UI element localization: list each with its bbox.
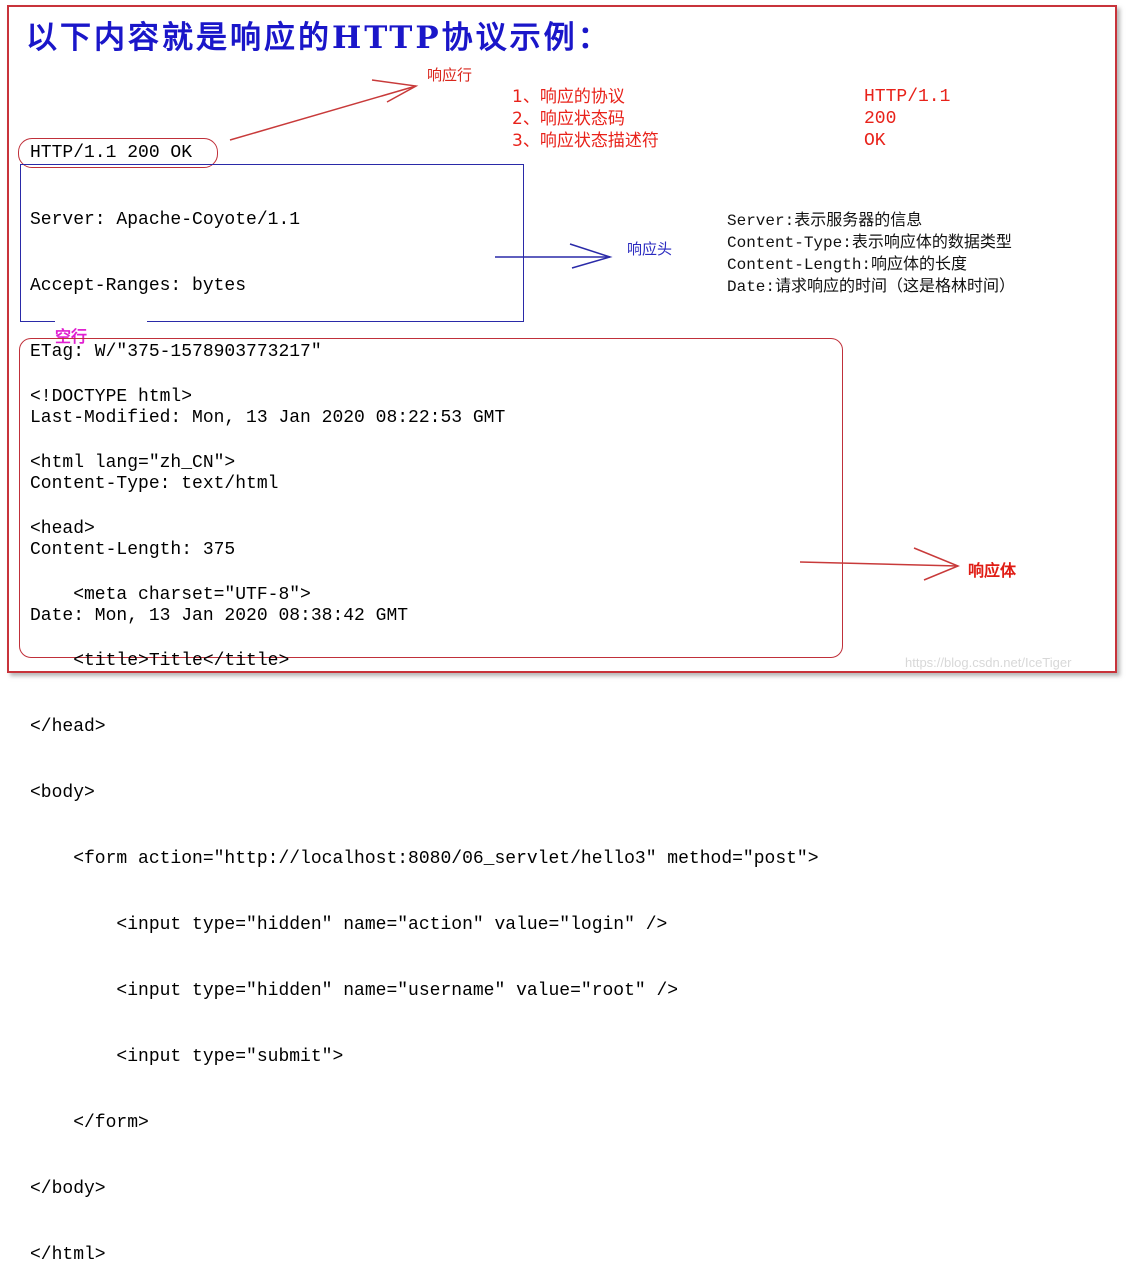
watermark: https://blog.csdn.net/IceTiger	[905, 655, 1072, 670]
protocol-key: 3、响应状态描述符	[512, 131, 659, 151]
protocol-key: 1、响应的协议	[512, 87, 625, 107]
header-note: Content-Type:表示响应体的数据类型	[727, 234, 1012, 252]
header-line: Server: Apache-Coyote/1.1	[30, 210, 301, 230]
header-note: Server:表示服务器的信息	[727, 212, 923, 230]
body-block: <!DOCTYPE html> <html lang="zh_CN"> <hea…	[30, 342, 819, 1288]
protocol-value: 200	[864, 109, 897, 129]
protocol-breakdown: 1、响应的协议 HTTP/1.1 2、响应状态码 200 3、响应状态描述符 O…	[512, 86, 950, 152]
body-line: <form action="http://localhost:8080/06_s…	[30, 849, 819, 869]
header-line: Accept-Ranges: bytes	[30, 276, 247, 296]
header-note: Date:请求响应的时间（这是格林时间）	[727, 278, 1016, 296]
headers-label: 响应头	[627, 240, 673, 258]
protocol-key: 2、响应状态码	[512, 109, 625, 129]
body-label: 响应体	[968, 561, 1017, 580]
body-line: <head>	[30, 519, 95, 539]
status-line-label: 响应行	[427, 66, 473, 84]
body-line: </body>	[30, 1179, 106, 1199]
page-title: 以下内容就是响应的HTTP协议示例：	[26, 20, 612, 56]
body-line: <html lang="zh_CN">	[30, 453, 236, 473]
body-line: <body>	[30, 783, 95, 803]
protocol-row: 1、响应的协议 HTTP/1.1	[512, 86, 950, 108]
body-line: </form>	[30, 1113, 149, 1133]
status-line: HTTP/1.1 200 OK	[30, 143, 193, 163]
protocol-row: 2、响应状态码 200	[512, 108, 950, 130]
body-line: <input type="hidden" name="username" val…	[30, 981, 679, 1001]
body-line: <title>Title</title>	[30, 651, 290, 671]
body-line: <meta charset="UTF-8">	[30, 585, 311, 605]
protocol-row: 3、响应状态描述符 OK	[512, 130, 950, 152]
body-line: <!DOCTYPE html>	[30, 387, 193, 407]
body-line: </html>	[30, 1245, 106, 1265]
header-notes: Server:表示服务器的信息 Content-Type:表示响应体的数据类型 …	[727, 210, 1015, 298]
body-line: </head>	[30, 717, 106, 737]
body-line: <input type="hidden" name="action" value…	[30, 915, 668, 935]
protocol-value: HTTP/1.1	[864, 87, 951, 107]
body-line: <input type="submit">	[30, 1047, 344, 1067]
header-note: Content-Length:响应体的长度	[727, 256, 968, 274]
protocol-value: OK	[864, 131, 886, 151]
